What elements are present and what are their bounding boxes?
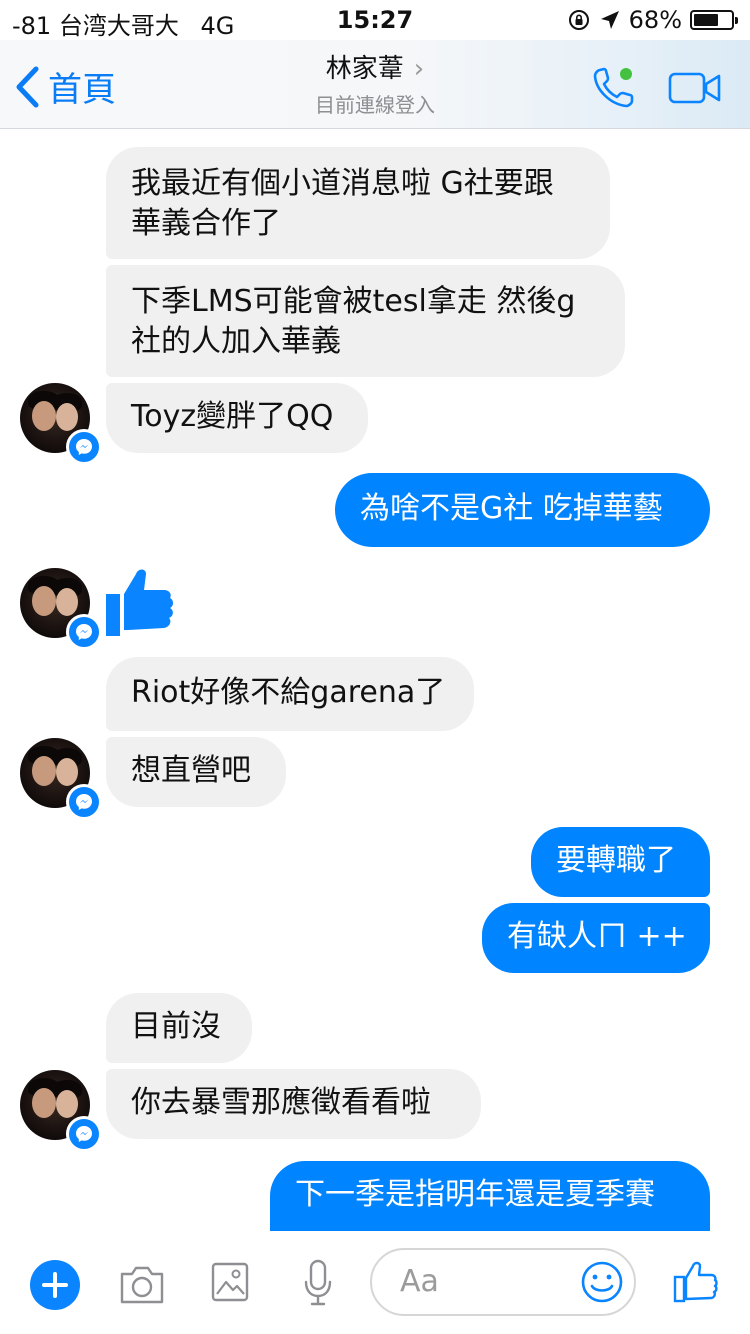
messenger-badge-icon [66, 429, 102, 465]
phone-call-button[interactable] [590, 62, 640, 112]
message-bubble[interactable]: 想直營吧 [106, 737, 286, 807]
contact-avatar[interactable] [20, 568, 102, 650]
emoji-icon[interactable] [580, 1260, 624, 1304]
thumbs-up-sticker-icon[interactable] [104, 564, 176, 638]
contact-avatar[interactable] [20, 383, 102, 465]
rotation-lock-icon [568, 10, 589, 30]
message-text: 社的人加入華義 [131, 324, 341, 359]
location-arrow-icon [600, 11, 619, 29]
battery-percent: 68% [628, 6, 682, 34]
message-text: 有缺人ㄇ ++ [507, 919, 687, 954]
contact-name: 林家葦 [325, 54, 404, 84]
camera-icon[interactable] [118, 1262, 166, 1306]
contact-avatar[interactable] [20, 738, 102, 820]
message-text: 我最近有個小道消息啦 G社要跟 [131, 166, 554, 201]
battery-icon [690, 10, 738, 30]
messenger-badge-icon [66, 784, 102, 820]
status-bar: -81 台湾大哥大 4G 15:27 68% [0, 0, 750, 40]
message-text: 為啥不是G社 吃掉華藝 [360, 491, 663, 526]
message-text: 華義合作了 [131, 206, 281, 241]
composer-bar: Aa [0, 1240, 750, 1334]
message-bubble[interactable]: 你去暴雪那應徵看看啦 [106, 1069, 481, 1139]
message-text: 下季LMS可能會被tesl拿走 然後g [131, 284, 576, 319]
messenger-badge-icon [66, 1116, 102, 1152]
message-text: 你去暴雪那應徵看看啦 [131, 1085, 431, 1120]
messenger-badge-icon [66, 614, 102, 650]
message-bubble[interactable]: 要轉職了 [531, 827, 710, 897]
message-bubble[interactable]: 下一季是指明年還是夏季賽 [270, 1161, 710, 1231]
more-actions-button[interactable] [30, 1260, 80, 1310]
message-text: 下一季是指明年還是夏季賽 [295, 1177, 655, 1212]
message-text: Toyz變胖了QQ [131, 399, 334, 434]
conversation-header: 首頁 林家葦 › 目前連線登入 [0, 40, 750, 129]
message-input[interactable]: Aa [370, 1248, 636, 1316]
microphone-icon[interactable] [302, 1258, 334, 1308]
message-input-placeholder: Aa [400, 1264, 439, 1299]
message-bubble[interactable]: Riot好像不給garena了 [106, 657, 474, 731]
message-text: Riot好像不給garena了 [131, 675, 446, 710]
message-bubble[interactable]: 為啥不是G社 吃掉華藝 [335, 473, 710, 547]
message-text: 目前沒 [131, 1009, 221, 1044]
message-bubble[interactable]: Toyz變胖了QQ [106, 383, 368, 453]
message-text: 要轉職了 [556, 843, 676, 878]
video-call-button[interactable] [668, 68, 722, 108]
message-bubble[interactable]: 下季LMS可能會被tesl拿走 然後g 社的人加入華義 [106, 265, 625, 377]
message-bubble[interactable]: 我最近有個小道消息啦 G社要跟 華義合作了 [106, 147, 610, 259]
contact-avatar[interactable] [20, 1070, 102, 1152]
message-bubble[interactable]: 有缺人ㄇ ++ [482, 903, 710, 973]
status-icons: 68% [567, 6, 738, 34]
plus-icon [42, 1272, 68, 1298]
message-text: 想直營吧 [131, 753, 251, 788]
like-button[interactable] [672, 1258, 718, 1304]
gallery-icon[interactable] [210, 1260, 250, 1304]
chevron-right-icon: › [413, 54, 425, 84]
message-bubble[interactable]: 目前沒 [106, 993, 252, 1063]
